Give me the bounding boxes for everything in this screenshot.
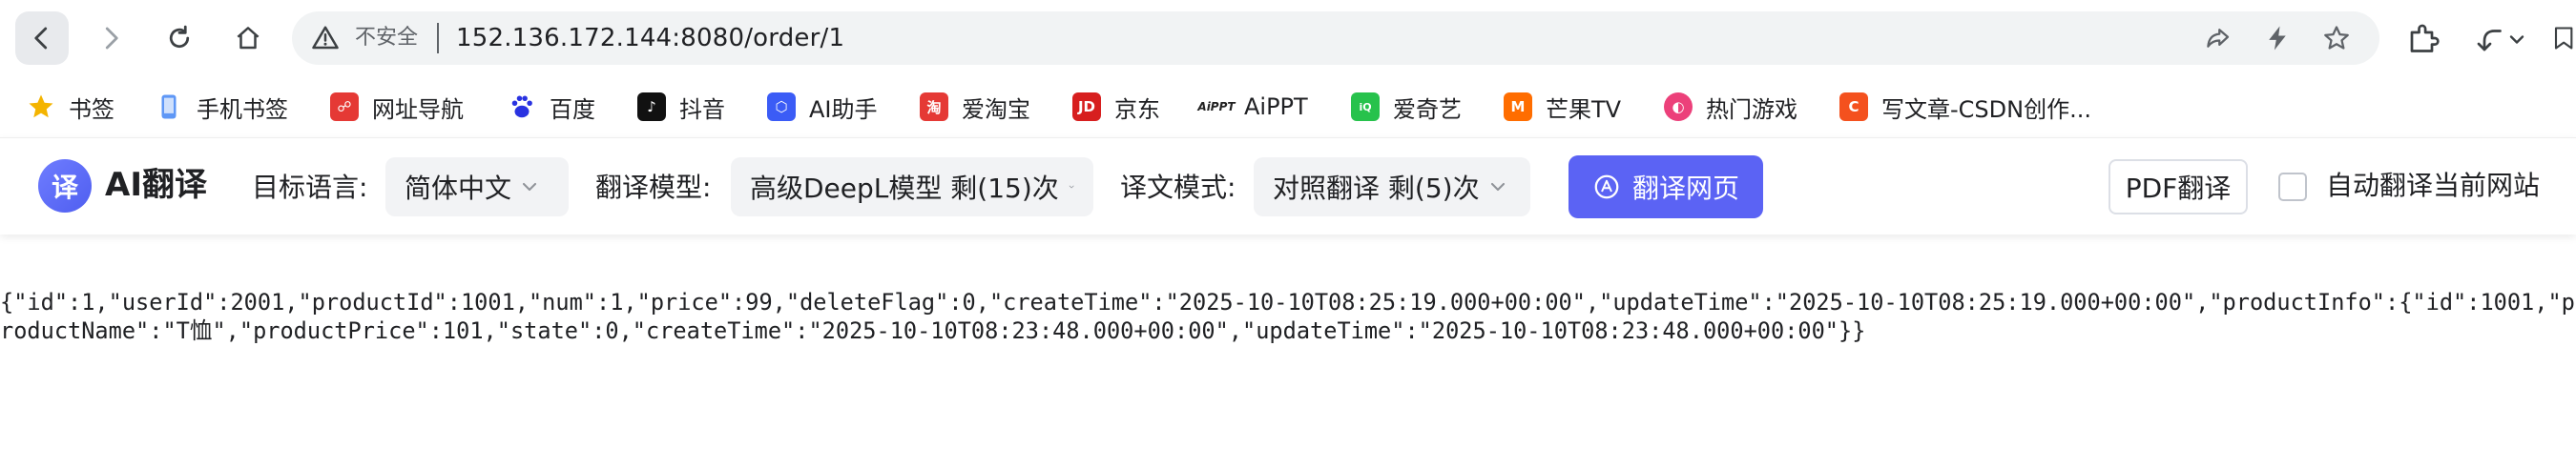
home-icon [237, 27, 260, 50]
bookmark-icon[interactable] [2549, 21, 2576, 55]
bookmark-item[interactable]: ♪ 抖音 [637, 88, 725, 126]
json-response-body: {"id":1,"userId":2001,"productId":1001,"… [0, 289, 2575, 344]
auto-translate-label[interactable]: 自动翻译当前网站 [2326, 169, 2540, 203]
bookmark-item[interactable]: ☍ 网址导航 [330, 88, 464, 126]
jd-icon: JD [1072, 92, 1101, 121]
extensions-icon[interactable] [2406, 21, 2441, 55]
home-button[interactable] [221, 11, 275, 65]
aippt-icon: AiPPT [1197, 100, 1236, 113]
translation-mode-label: 译文模式: [1120, 172, 1236, 203]
bookmark-item[interactable]: M 芒果TV [1504, 88, 1621, 126]
forward-arrow-icon [105, 27, 118, 50]
target-language-label: 目标语言: [252, 172, 368, 203]
target-language-select[interactable]: 简体中文 [385, 157, 569, 216]
back-arrow-icon [34, 27, 48, 50]
lightning-icon[interactable] [2263, 24, 2292, 52]
bookmark-item[interactable]: 手机书签 [155, 88, 288, 126]
bookmark-item[interactable]: 书签 [27, 88, 114, 126]
star-icon [29, 94, 53, 118]
mango-icon: M [1504, 92, 1532, 121]
bookmark-item[interactable]: iQ 爱奇艺 [1351, 88, 1462, 126]
bookmark-item[interactable]: AiPPT AiPPT [1197, 88, 1307, 126]
translate-page-button[interactable]: 翻译网页 [1568, 155, 1763, 218]
bookmark-item[interactable]: JD 京东 [1072, 88, 1160, 126]
back-button[interactable] [15, 11, 69, 65]
auto-translate-checkbox[interactable] [2278, 173, 2307, 201]
chevron-down-icon [1490, 182, 1505, 192]
address-bar[interactable]: 不安全 152.136.172.144:8080/order/1 [292, 11, 2379, 65]
ai-assistant-icon: ⬡ [767, 92, 796, 121]
pdf-translate-button[interactable]: PDF翻译 [2109, 159, 2248, 214]
csdn-icon: C [1839, 92, 1868, 121]
share-icon[interactable] [2204, 24, 2233, 52]
translation-model-select[interactable]: 高级DeepL模型 剩(15)次 [731, 157, 1093, 216]
douyin-icon: ♪ [637, 92, 666, 121]
taobao-icon: 淘 [920, 92, 948, 121]
bookmark-item[interactable]: 淘 爱淘宝 [920, 88, 1030, 126]
security-label[interactable]: 不安全 [355, 25, 418, 51]
url-text[interactable]: 152.136.172.144:8080/order/1 [456, 22, 844, 54]
translator-brand: AI翻译 [105, 166, 207, 204]
bookmark-item[interactable]: C 写文章-CSDN创作... [1839, 88, 2091, 126]
chevron-down-icon [1069, 185, 1074, 189]
bookmark-item[interactable]: ◐ 热门游戏 [1664, 88, 1797, 126]
nav-icon: ☍ [330, 92, 359, 121]
forward-button[interactable] [84, 11, 137, 65]
bookmark-bar: 书签 手机书签 ☍ 网址导航 百度 ♪ 抖音 ⬡ AI助手 淘 爱淘宝 JD 京… [0, 78, 2576, 135]
reload-button[interactable] [153, 11, 206, 65]
translate-icon [1594, 174, 1619, 199]
bookmark-item[interactable]: ⬡ AI助手 [767, 88, 878, 126]
browser-toolbar: 不安全 152.136.172.144:8080/order/1 [0, 0, 2576, 78]
translation-mode-select[interactable]: 对照翻译 剩(5)次 [1254, 157, 1530, 216]
address-divider [437, 23, 439, 53]
translator-toolbar: 译 AI翻译 目标语言: 简体中文 翻译模型: 高级DeepL模型 剩(15)次… [0, 137, 2576, 234]
bookmark-item[interactable]: 百度 [508, 88, 595, 126]
iqiyi-icon: iQ [1351, 92, 1380, 121]
reload-icon [169, 25, 190, 49]
undo-icon[interactable] [2473, 21, 2507, 55]
star-icon[interactable] [2322, 24, 2351, 52]
chevron-down-icon [522, 182, 537, 192]
phone-icon [161, 94, 177, 119]
translator-logo: 译 [38, 159, 92, 213]
game-icon: ◐ [1664, 92, 1693, 121]
warning-icon [312, 26, 339, 50]
baidu-icon [511, 95, 532, 118]
translation-model-label: 翻译模型: [595, 172, 712, 203]
chevron-down-icon[interactable] [2507, 21, 2526, 55]
